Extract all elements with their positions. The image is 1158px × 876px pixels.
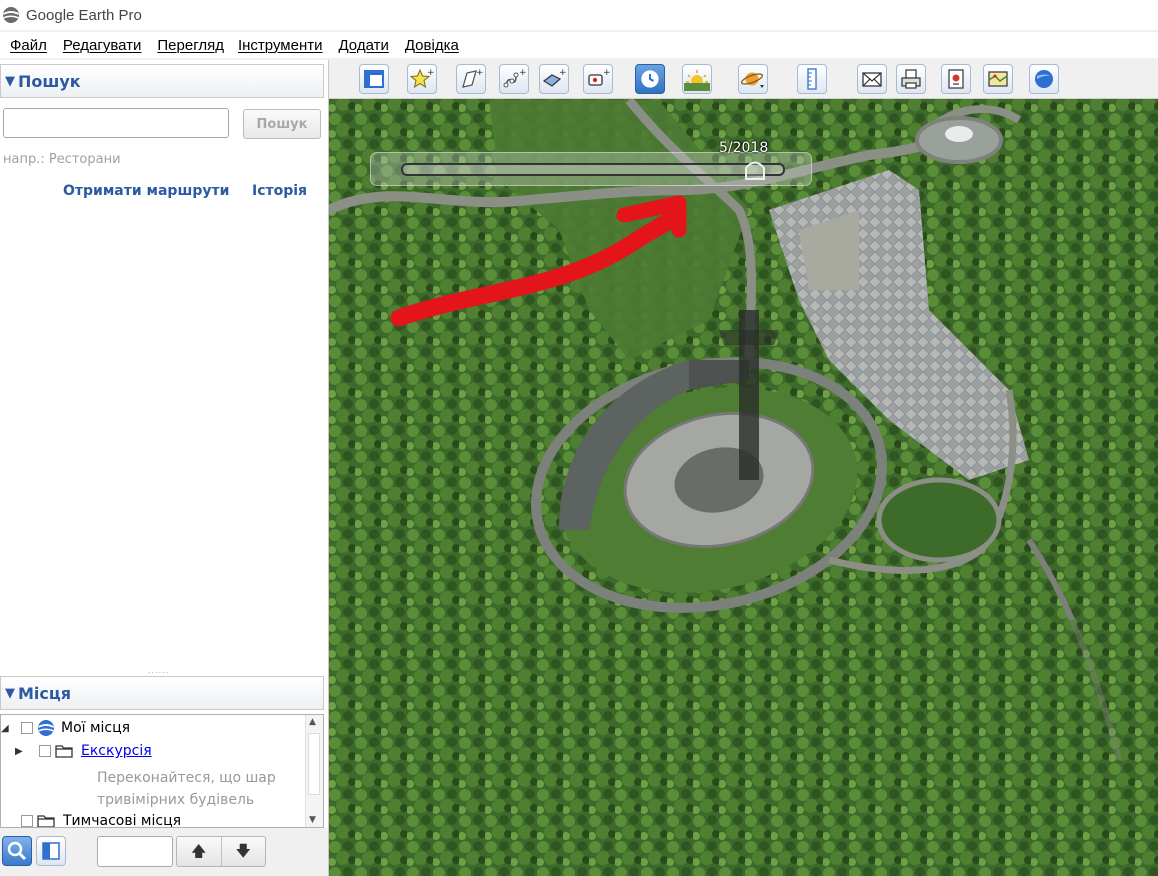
places-filter-input[interactable] — [97, 836, 173, 867]
temporary-places-checkbox[interactable] — [21, 815, 33, 827]
tour-link[interactable]: Екскурсія — [81, 743, 152, 759]
globe-icon — [38, 720, 54, 736]
historical-imagery-icon — [641, 70, 659, 88]
add-image-overlay-button[interactable]: + — [539, 64, 569, 94]
move-down-icon[interactable]: 🡇 — [222, 837, 266, 866]
ruler-button[interactable] — [797, 64, 827, 94]
save-image-icon — [948, 69, 964, 89]
slider-track[interactable] — [401, 163, 785, 176]
places-panel-title: Місця — [18, 683, 72, 703]
search-places-button[interactable] — [2, 836, 32, 866]
add-placemark-button[interactable]: + — [407, 64, 437, 94]
expand-down-icon[interactable]: ◢ — [1, 723, 21, 734]
svg-text:+: + — [476, 68, 483, 78]
search-button[interactable]: Пошук — [243, 109, 321, 139]
svg-text:+: + — [603, 68, 610, 78]
record-tour-icon: + — [588, 68, 610, 86]
view-in-maps-button[interactable] — [983, 64, 1013, 94]
historical-imagery-button[interactable] — [635, 64, 665, 94]
print-icon — [901, 69, 921, 89]
places-bottom-bar: 🡅 🡇 — [0, 828, 328, 876]
scroll-up-icon[interactable]: ▲ — [309, 717, 316, 727]
window-title: Google Earth Pro — [26, 6, 142, 24]
tree-item-my-places[interactable]: ◢ Мої місця — [1, 719, 130, 737]
expand-right-icon[interactable]: ▶ — [15, 746, 39, 757]
google-earth-icon — [1035, 70, 1053, 88]
tree-item-temporary-places[interactable]: Тимчасові місця — [1, 813, 182, 828]
imagery-date-label: 5/2018 — [719, 140, 769, 156]
map-toolbar: + + + + + — [329, 60, 1158, 99]
folder-icon — [55, 745, 73, 758]
sidebar-toggle-button[interactable] — [359, 64, 389, 94]
history-link[interactable]: Історія — [252, 183, 307, 199]
search-input[interactable] — [3, 108, 229, 138]
sidebar-toggle-icon — [364, 70, 384, 88]
collapse-triangle-icon: ▼ — [5, 73, 15, 89]
menu-bar: Файл Редагувати Перегляд Інструменти Дод… — [0, 32, 1158, 58]
google-earth-logo-icon — [3, 7, 19, 23]
svg-text:+: + — [559, 68, 566, 78]
add-path-button[interactable]: + — [499, 64, 529, 94]
tour-description-line-1: Переконайтеся, що шар — [97, 770, 276, 786]
folder-icon — [37, 815, 55, 827]
save-image-button[interactable] — [941, 64, 971, 94]
places-scrollbar[interactable]: ▲ ▼ — [305, 715, 323, 827]
collapse-triangle-icon: ▼ — [5, 685, 15, 701]
add-overlay-icon: + — [542, 68, 566, 87]
planets-icon — [740, 72, 764, 88]
tour-description-line-2: тривімірних будівель — [97, 792, 255, 808]
email-button[interactable] — [857, 64, 887, 94]
places-tree: ◢ Мої місця ▶ Екскурсія Переконайтеся, щ… — [0, 714, 324, 828]
move-up-icon[interactable]: 🡅 — [177, 837, 222, 866]
svg-text:+: + — [519, 68, 526, 78]
places-panel-header[interactable]: ▼ Місця — [0, 676, 324, 710]
tree-item-label: Мої місця — [61, 720, 131, 736]
menu-view[interactable]: Перегляд — [157, 37, 224, 54]
menu-tools[interactable]: Інструменти — [238, 37, 323, 54]
svg-text:+: + — [427, 68, 434, 78]
menu-edit[interactable]: Редагувати — [63, 37, 142, 54]
record-tour-button[interactable]: + — [583, 64, 613, 94]
print-button[interactable] — [896, 64, 926, 94]
sidebar: ▼ Пошук Пошук напр.: Ресторани Отримати … — [0, 60, 329, 876]
panel-splitter[interactable]: ...... — [148, 666, 169, 675]
add-polygon-button[interactable]: + — [456, 64, 486, 94]
toggle-panel-button[interactable] — [36, 836, 66, 866]
view-in-maps-icon — [988, 71, 1008, 87]
add-path-icon: + — [503, 68, 526, 88]
menu-add[interactable]: Додати — [338, 37, 388, 54]
sunlight-icon — [684, 70, 710, 91]
slider-thumb[interactable] — [744, 160, 766, 180]
tour-checkbox[interactable] — [39, 745, 51, 757]
get-directions-link[interactable]: Отримати маршрути — [63, 183, 229, 199]
search-panel-header[interactable]: ▼ Пошук — [0, 64, 324, 98]
email-icon — [862, 72, 882, 87]
add-polygon-icon: + — [462, 68, 483, 88]
tree-item-label: Тимчасові місця — [63, 813, 182, 828]
scroll-down-icon[interactable]: ▼ — [309, 815, 316, 825]
add-placemark-icon: + — [410, 68, 434, 89]
magnifier-icon — [7, 841, 27, 861]
search-hint: напр.: Ресторани — [3, 152, 121, 167]
scrollbar-thumb[interactable] — [308, 733, 320, 795]
panel-icon — [42, 842, 60, 860]
title-bar: Google Earth Pro — [0, 0, 1158, 30]
ruler-icon — [807, 68, 817, 90]
tree-item-tour[interactable]: ▶ Екскурсія — [15, 743, 152, 759]
menu-file[interactable]: Файл — [10, 37, 47, 54]
move-buttons: 🡅 🡇 — [176, 836, 266, 867]
menu-help[interactable]: Довідка — [405, 37, 459, 54]
planets-button[interactable] — [738, 64, 768, 94]
my-places-checkbox[interactable] — [21, 722, 33, 734]
search-panel-title: Пошук — [18, 71, 81, 91]
google-earth-button[interactable] — [1029, 64, 1059, 94]
sunlight-button[interactable] — [682, 64, 712, 94]
